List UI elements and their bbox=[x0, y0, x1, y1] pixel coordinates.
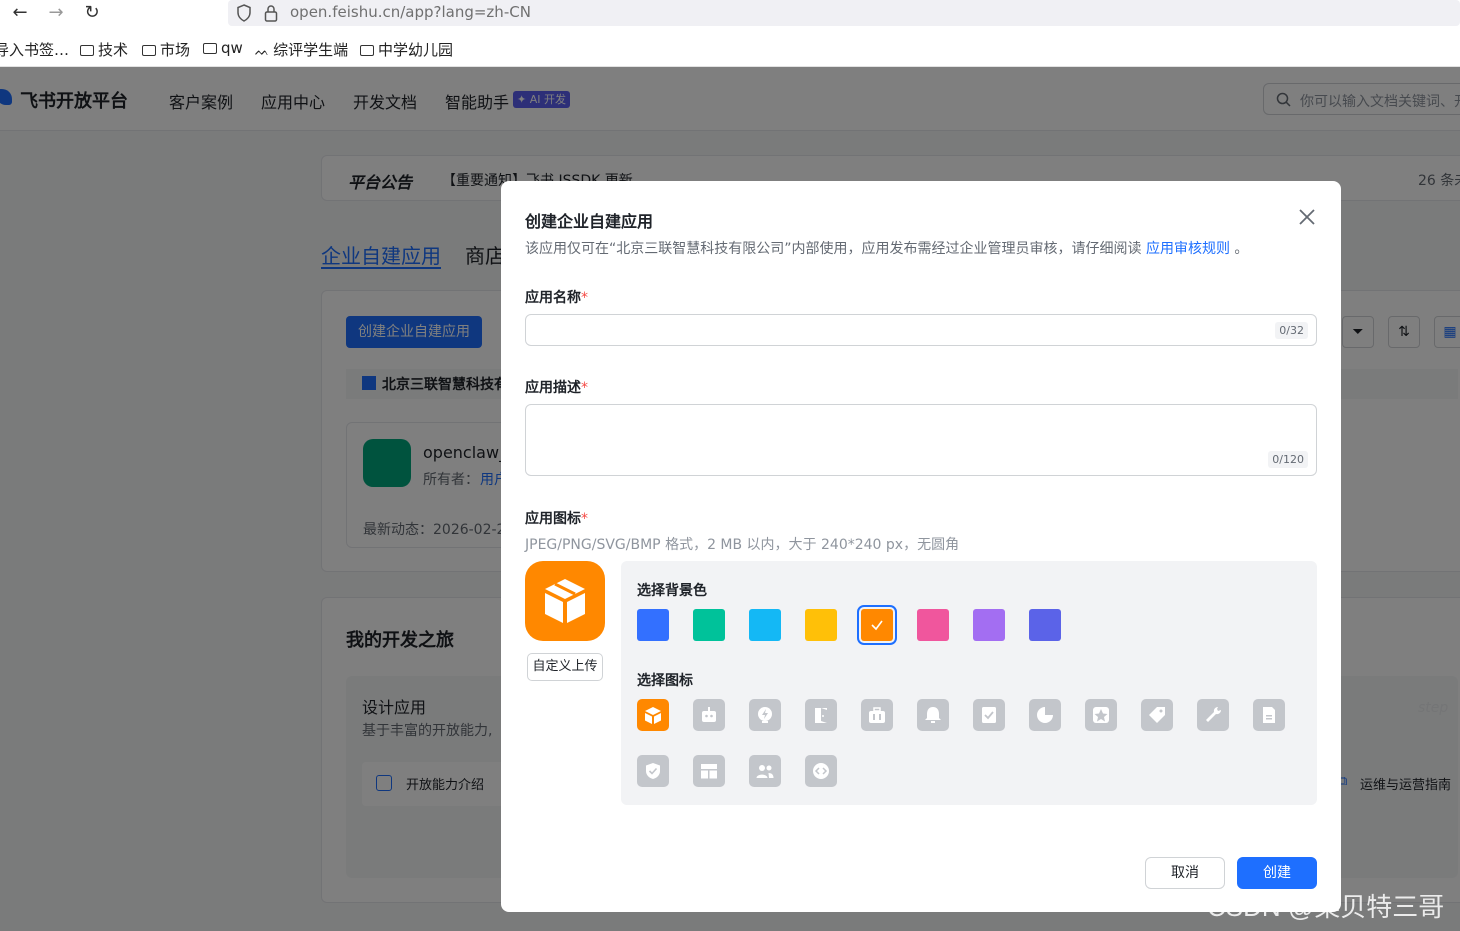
icon-option[interactable] bbox=[805, 699, 837, 731]
icon-option[interactable] bbox=[1141, 699, 1173, 731]
app-desc-label: 应用描述* bbox=[525, 380, 588, 396]
briefcase-icon bbox=[869, 707, 885, 723]
icon-option[interactable] bbox=[749, 699, 781, 731]
dialog-title: 创建企业自建应用 bbox=[525, 212, 654, 231]
close-icon[interactable] bbox=[1295, 205, 1319, 229]
icon-option[interactable] bbox=[693, 699, 725, 731]
icon-option[interactable] bbox=[973, 699, 1005, 731]
icon-option[interactable] bbox=[861, 699, 893, 731]
app-name-counter: 0/32 bbox=[1275, 322, 1308, 339]
lock-icon bbox=[264, 5, 278, 22]
folder-icon bbox=[142, 45, 156, 56]
check-icon bbox=[871, 620, 883, 631]
icon-picker-panel: 选择背景色 选择图标 bbox=[621, 561, 1317, 805]
app-desc-textarea[interactable]: 0/120 bbox=[525, 404, 1317, 476]
icon-option[interactable] bbox=[637, 755, 669, 787]
reload-icon[interactable]: ↻ bbox=[80, 2, 104, 26]
icon-option[interactable] bbox=[1085, 699, 1117, 731]
layout-icon bbox=[701, 764, 717, 779]
app-name-label: 应用名称* bbox=[525, 290, 588, 306]
back-icon[interactable]: ← bbox=[8, 2, 32, 26]
browser-toolbar: ← → ↻ open.feishu.cn/app?lang=zh-CN bbox=[0, 0, 1460, 30]
color-swatch[interactable] bbox=[693, 609, 725, 641]
icon-option[interactable] bbox=[1197, 699, 1229, 731]
tag-icon bbox=[1149, 707, 1165, 723]
people-icon: ᨓ bbox=[255, 44, 274, 58]
icon-option[interactable] bbox=[1029, 699, 1061, 731]
create-button[interactable]: 创建 bbox=[1237, 857, 1317, 889]
color-swatch[interactable] bbox=[1029, 609, 1061, 641]
color-swatch[interactable] bbox=[749, 609, 781, 641]
bookmark-import[interactable]: 导入书签… bbox=[0, 39, 69, 60]
custom-upload-button[interactable]: 自定义上传 bbox=[527, 653, 603, 681]
bookmarks-bar: 导入书签… 技术 市场 qw ᨓ 综评学生端 中学幼儿园 bbox=[0, 30, 1460, 67]
document-icon bbox=[1263, 707, 1275, 723]
app-icon-label: 应用图标* bbox=[525, 511, 588, 527]
icon-option[interactable] bbox=[917, 699, 949, 731]
cube-icon bbox=[545, 579, 585, 623]
icon-option[interactable] bbox=[637, 699, 669, 731]
pie-icon bbox=[1037, 707, 1053, 723]
bell-icon bbox=[925, 707, 941, 723]
folder-icon bbox=[360, 45, 374, 56]
cube-icon bbox=[645, 707, 661, 724]
csdn-watermark: CSDN @柔贝特三哥 bbox=[1207, 892, 1445, 922]
checklist-icon bbox=[982, 707, 996, 723]
color-swatch[interactable] bbox=[917, 609, 949, 641]
bookmark-qw[interactable]: qw bbox=[203, 39, 243, 57]
bookmark-market[interactable]: 市场 bbox=[142, 39, 190, 60]
shield-icon bbox=[237, 4, 251, 22]
app-icon-preview bbox=[525, 561, 605, 641]
icon-option[interactable] bbox=[749, 755, 781, 787]
icon-option[interactable] bbox=[693, 755, 725, 787]
icon-select-label: 选择图标 bbox=[637, 673, 693, 689]
icon-format-hint: JPEG/PNG/SVG/BMP 格式，2 MB 以内，大于 240*240 p… bbox=[525, 537, 960, 553]
bookmark-school[interactable]: 中学幼儿园 bbox=[360, 39, 453, 60]
bg-color-label: 选择背景色 bbox=[637, 583, 707, 599]
bookmark-student[interactable]: ᨓ 综评学生端 bbox=[255, 39, 348, 60]
address-bar[interactable]: open.feishu.cn/app?lang=zh-CN bbox=[228, 0, 1460, 26]
wrench-icon bbox=[1206, 706, 1222, 722]
forward-icon[interactable]: → bbox=[44, 2, 68, 26]
code-icon bbox=[813, 763, 829, 779]
robot-icon bbox=[702, 707, 716, 722]
app-desc-counter: 0/120 bbox=[1268, 451, 1308, 468]
door-icon bbox=[815, 708, 827, 723]
shield-icon bbox=[646, 763, 660, 779]
star-icon bbox=[1093, 707, 1109, 723]
app-name-input[interactable]: 0/32 bbox=[525, 314, 1317, 346]
icon-option[interactable] bbox=[805, 755, 837, 787]
review-rules-link[interactable]: 应用审核规则 bbox=[1146, 241, 1230, 257]
create-app-dialog: 创建企业自建应用 该应用仅可在“北京三联智慧科技有限公司”内部使用，应用发布需经… bbox=[501, 181, 1341, 912]
color-swatch[interactable] bbox=[973, 609, 1005, 641]
icon-option[interactable] bbox=[1253, 699, 1285, 731]
bulb-icon bbox=[758, 707, 772, 723]
dialog-description: 该应用仅可在“北京三联智慧科技有限公司”内部使用，应用发布需经过企业管理员审核，… bbox=[525, 241, 1249, 257]
people-icon bbox=[756, 765, 774, 778]
color-swatch[interactable] bbox=[805, 609, 837, 641]
folder-icon bbox=[203, 43, 217, 54]
url-text: open.feishu.cn/app?lang=zh-CN bbox=[290, 3, 531, 21]
bookmark-tech[interactable]: 技术 bbox=[80, 39, 128, 60]
color-swatch[interactable] bbox=[637, 609, 669, 641]
folder-icon bbox=[80, 45, 94, 56]
cancel-button[interactable]: 取消 bbox=[1145, 857, 1225, 889]
color-swatch[interactable] bbox=[857, 605, 897, 645]
